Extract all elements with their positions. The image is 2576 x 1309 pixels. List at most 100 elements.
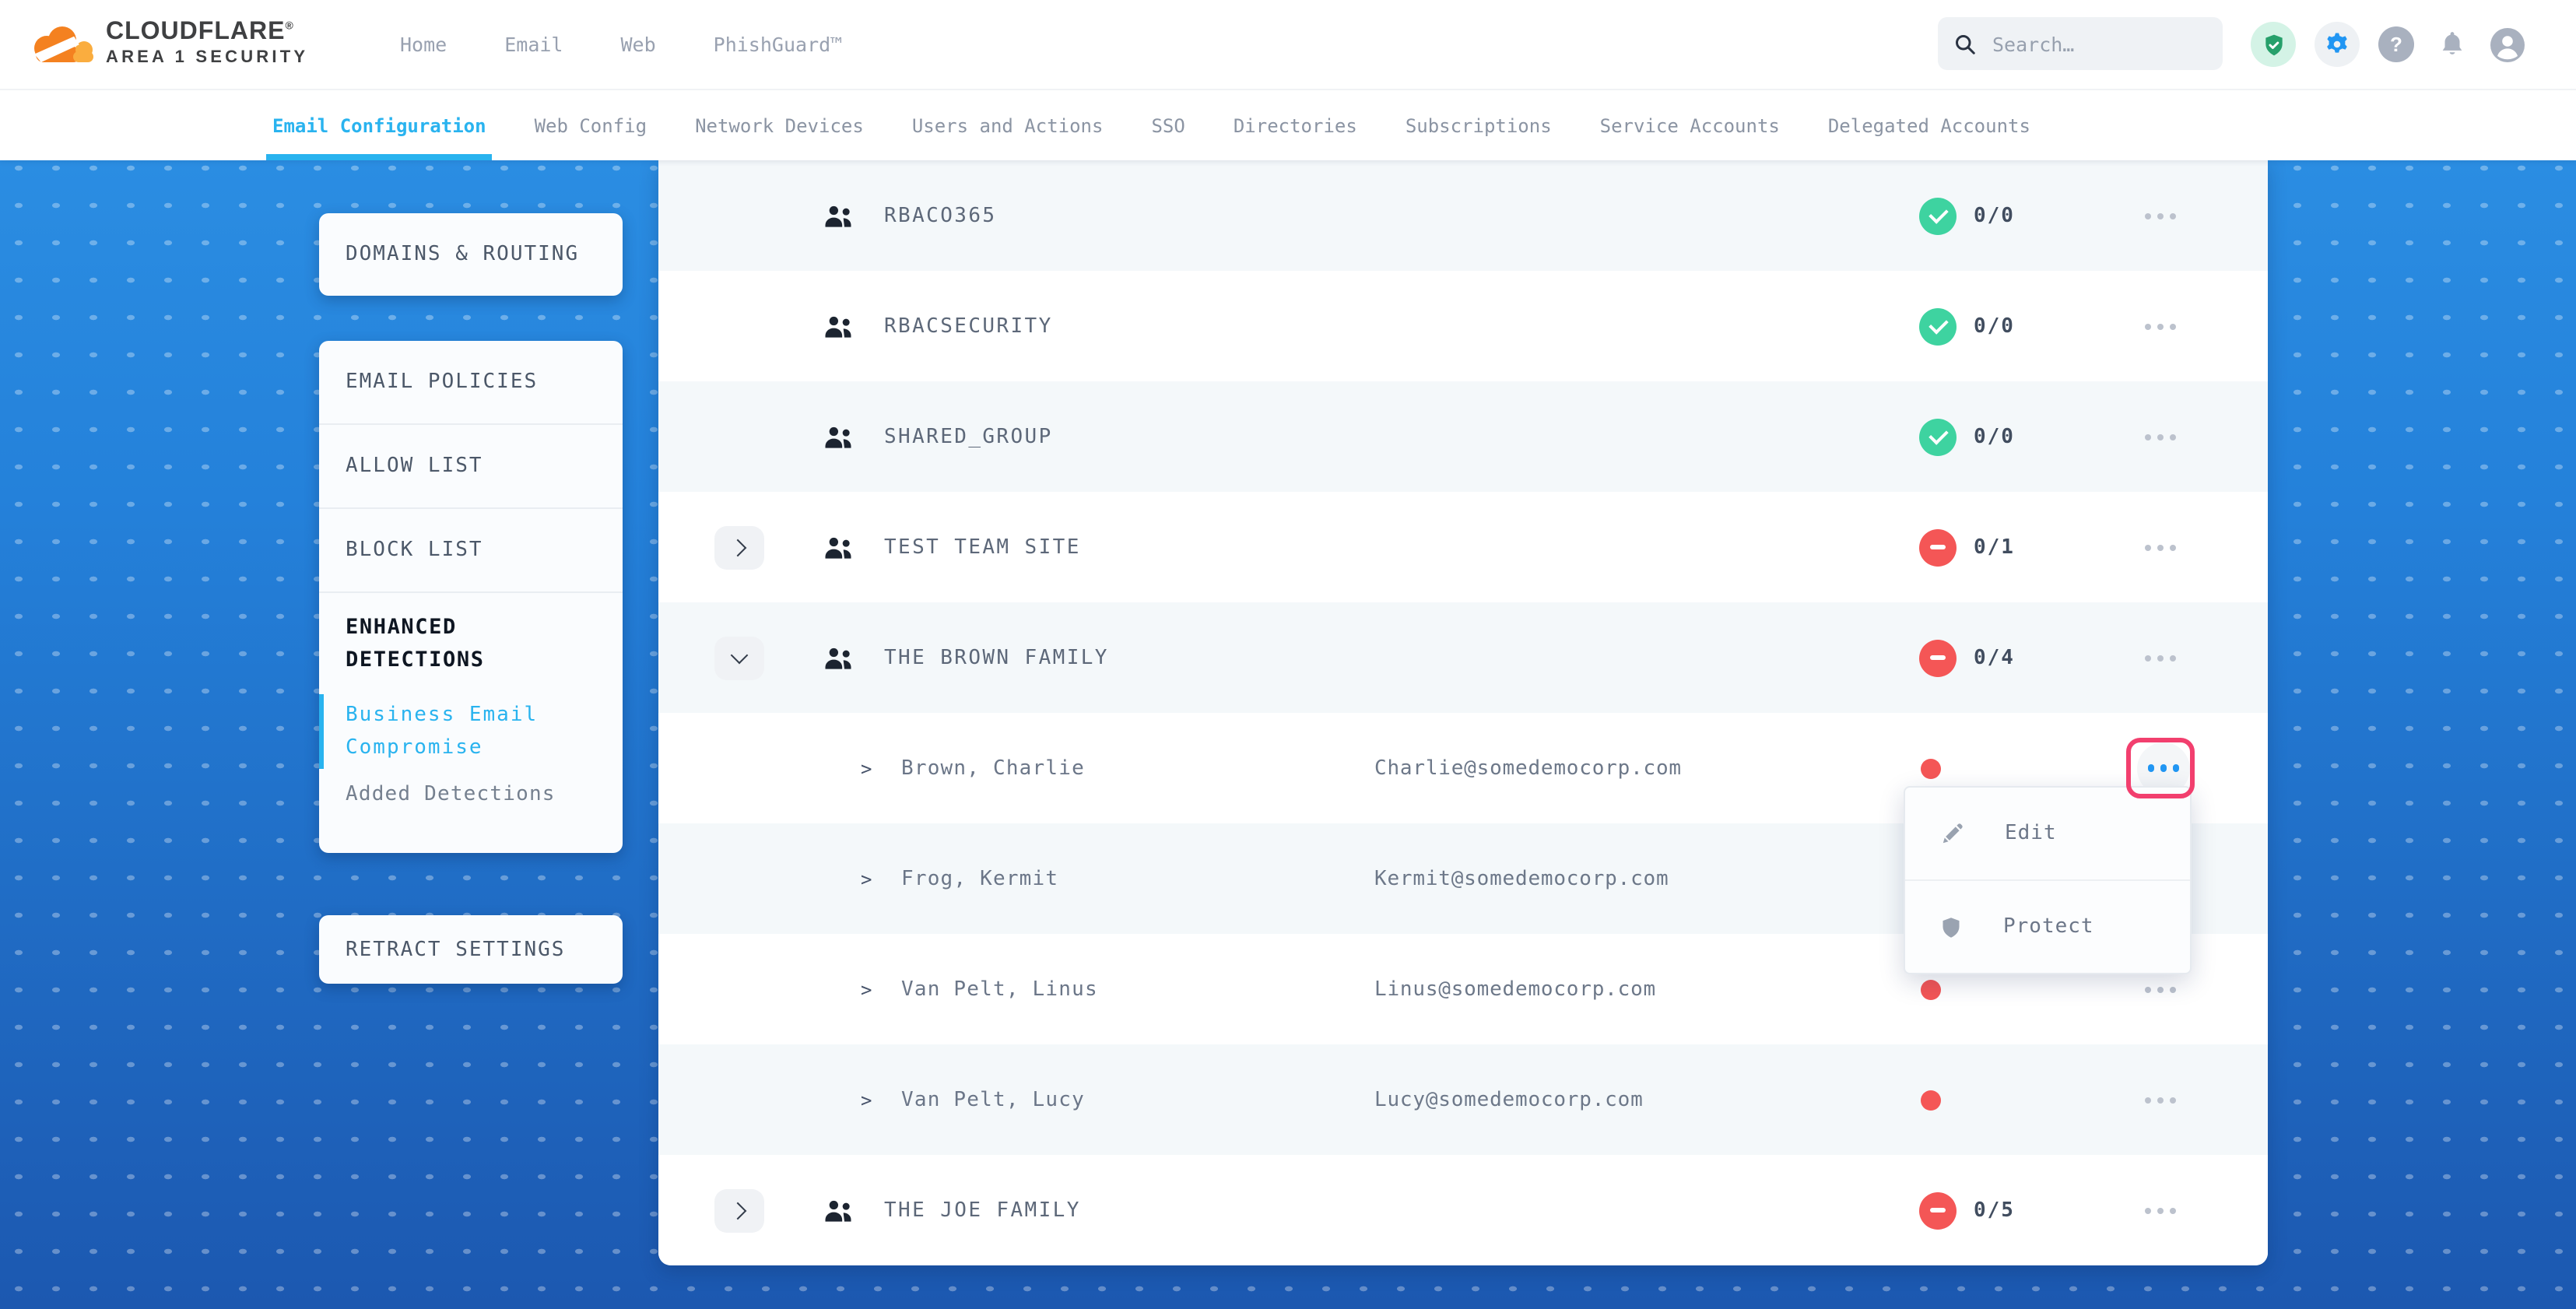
- table-row-group[interactable]: RBACO365 0/0: [658, 160, 2268, 271]
- menu-item-edit[interactable]: Edit: [1905, 788, 2190, 879]
- menu-item-label: Protect: [2003, 915, 2094, 939]
- member-name: Frog, Kermit: [901, 867, 1058, 890]
- member-count: 0/0: [1974, 204, 2015, 227]
- menu-item-label: Edit: [2005, 822, 2057, 845]
- status-excluded-dot: [1921, 1090, 1941, 1110]
- pencil-icon: [1939, 821, 1964, 846]
- tab-directories[interactable]: Directories: [1234, 90, 1357, 160]
- table-row-group[interactable]: RBACSECURITY 0/0: [658, 271, 2268, 381]
- sidebar-item-added-detections[interactable]: Added Detections: [346, 783, 596, 806]
- tab-service-accounts[interactable]: Service Accounts: [1600, 90, 1780, 160]
- row-actions-button[interactable]: [2145, 314, 2176, 339]
- status-excluded-dot: [1921, 979, 1941, 999]
- tab-subscriptions[interactable]: Subscriptions: [1406, 90, 1552, 160]
- nav-link-phishguard[interactable]: PhishGuard™: [714, 33, 843, 56]
- member-count: 0/1: [1974, 535, 2015, 559]
- search-input[interactable]: [1989, 30, 2198, 57]
- member-email: Linus@somedemocorp.com: [1374, 977, 1656, 1001]
- sidebar-card-retract: RETRACT SETTINGS: [319, 915, 623, 984]
- member-email: Kermit@somedemocorp.com: [1374, 867, 1669, 890]
- group-people-icon: [823, 425, 855, 448]
- row-actions-button[interactable]: [2145, 1087, 2176, 1112]
- tab-sso[interactable]: SSO: [1151, 90, 1184, 160]
- member-name: Van Pelt, Linus: [901, 977, 1098, 1001]
- row-actions-button[interactable]: [2145, 1198, 2176, 1223]
- tab-web-config[interactable]: Web Config: [535, 90, 648, 160]
- target-highlight-ring: [2126, 738, 2195, 798]
- member-count: 0/4: [1974, 646, 2015, 669]
- sidebar-section-enhanced-detections: ENHANCED DETECTIONS Business Email Compr…: [319, 593, 623, 806]
- help-icon[interactable]: [2378, 26, 2414, 62]
- tab-users-and-actions[interactable]: Users and Actions: [912, 90, 1104, 160]
- settings-gear-icon[interactable]: [2315, 22, 2360, 67]
- status-excluded-dot: [1921, 758, 1941, 778]
- sidebar-item-email-policies[interactable]: EMAIL POLICIES: [319, 341, 623, 425]
- status-excluded-badge: [1919, 528, 1957, 566]
- sidebar-item-block-list[interactable]: BLOCK LIST: [319, 509, 623, 593]
- shield-icon: [1939, 914, 1963, 939]
- row-actions-button[interactable]: [2145, 203, 2176, 228]
- status-excluded-badge: [1919, 1191, 1957, 1229]
- user-profile-icon[interactable]: [2489, 26, 2526, 63]
- expand-row-button[interactable]: [714, 525, 764, 569]
- logo-subtitle: AREA 1 SECURITY: [106, 50, 308, 68]
- shield-check-icon[interactable]: [2251, 22, 2296, 67]
- group-name: THE JOE FAMILY: [884, 1198, 1081, 1222]
- expand-row-button[interactable]: [714, 1188, 764, 1232]
- row-actions-button[interactable]: [2145, 535, 2176, 560]
- tab-network-devices[interactable]: Network Devices: [695, 90, 864, 160]
- table-row-group[interactable]: TEST TEAM SITE 0/1: [658, 492, 2268, 602]
- sidebar-item-allow-list[interactable]: ALLOW LIST: [319, 425, 623, 509]
- primary-nav: Home Email Web PhishGuard™: [400, 0, 842, 89]
- group-people-icon: [823, 1198, 855, 1222]
- notifications-bell-icon[interactable]: [2433, 26, 2470, 63]
- sidebar-card-domains: DOMAINS & ROUTING: [319, 213, 623, 296]
- table-row-group[interactable]: SHARED_GROUP 0/0: [658, 381, 2268, 492]
- chevron-right-icon: >: [861, 757, 872, 779]
- status-protected-badge: [1919, 307, 1957, 345]
- row-context-menu: Edit Protect: [1904, 786, 2192, 974]
- tab-delegated-accounts[interactable]: Delegated Accounts: [1828, 90, 2030, 160]
- member-name: Brown, Charlie: [901, 756, 1085, 780]
- group-name: SHARED_GROUP: [884, 425, 1053, 448]
- secondary-nav: Email Configuration Web Config Network D…: [0, 89, 2576, 160]
- sidebar-item-retract-settings[interactable]: RETRACT SETTINGS: [319, 915, 623, 984]
- group-people-icon: [823, 646, 855, 669]
- member-count: 0/5: [1974, 1198, 2015, 1222]
- collapse-row-button[interactable]: [714, 636, 764, 679]
- table-row-member[interactable]: > Van Pelt, Lucy Lucy@somedemocorp.com: [658, 1044, 2268, 1155]
- group-name: THE BROWN FAMILY: [884, 646, 1109, 669]
- tab-email-configuration[interactable]: Email Configuration: [272, 90, 486, 160]
- nav-link-home[interactable]: Home: [400, 33, 447, 56]
- row-actions-button[interactable]: [2145, 645, 2176, 670]
- sidebar-card-policies: EMAIL POLICIES ALLOW LIST BLOCK LIST ENH…: [319, 341, 623, 853]
- logo-text: CLOUDFLARE® AREA 1 SECURITY: [106, 20, 308, 68]
- member-count: 0/0: [1974, 314, 2015, 338]
- nav-link-web[interactable]: Web: [621, 33, 656, 56]
- table-row-group[interactable]: THE JOE FAMILY 0/5: [658, 1155, 2268, 1265]
- logo-title: CLOUDFLARE®: [106, 20, 308, 47]
- cloudflare-logo[interactable]: CLOUDFLARE® AREA 1 SECURITY: [25, 20, 308, 68]
- member-email: Lucy@somedemocorp.com: [1374, 1088, 1644, 1111]
- chevron-right-icon: >: [861, 868, 872, 890]
- header-actions: [2251, 0, 2526, 89]
- group-name: TEST TEAM SITE: [884, 535, 1081, 559]
- table-row-group[interactable]: THE BROWN FAMILY 0/4: [658, 602, 2268, 713]
- group-people-icon: [823, 314, 855, 338]
- row-actions-button[interactable]: [2145, 977, 2176, 1002]
- row-actions-button[interactable]: [2145, 424, 2176, 449]
- search-box[interactable]: [1938, 17, 2223, 70]
- search-icon: [1953, 32, 1977, 55]
- group-name: RBACSECURITY: [884, 314, 1053, 338]
- menu-item-protect[interactable]: Protect: [1905, 879, 2190, 973]
- top-header: CLOUDFLARE® AREA 1 SECURITY Home Email W…: [0, 0, 2576, 89]
- nav-link-email[interactable]: Email: [504, 33, 563, 56]
- chevron-right-icon: >: [861, 1089, 872, 1111]
- cloudflare-cloud-icon: [25, 20, 97, 67]
- sidebar-item-enhanced-detections[interactable]: ENHANCED DETECTIONS: [346, 612, 596, 677]
- chevron-right-icon: >: [861, 978, 872, 1000]
- sidebar-item-business-email-compromise[interactable]: Business Email Compromise: [346, 699, 596, 764]
- sidebar-item-domains-routing[interactable]: DOMAINS & ROUTING: [319, 213, 623, 296]
- tabs: Email Configuration Web Config Network D…: [0, 90, 2576, 160]
- status-protected-badge: [1919, 197, 1957, 234]
